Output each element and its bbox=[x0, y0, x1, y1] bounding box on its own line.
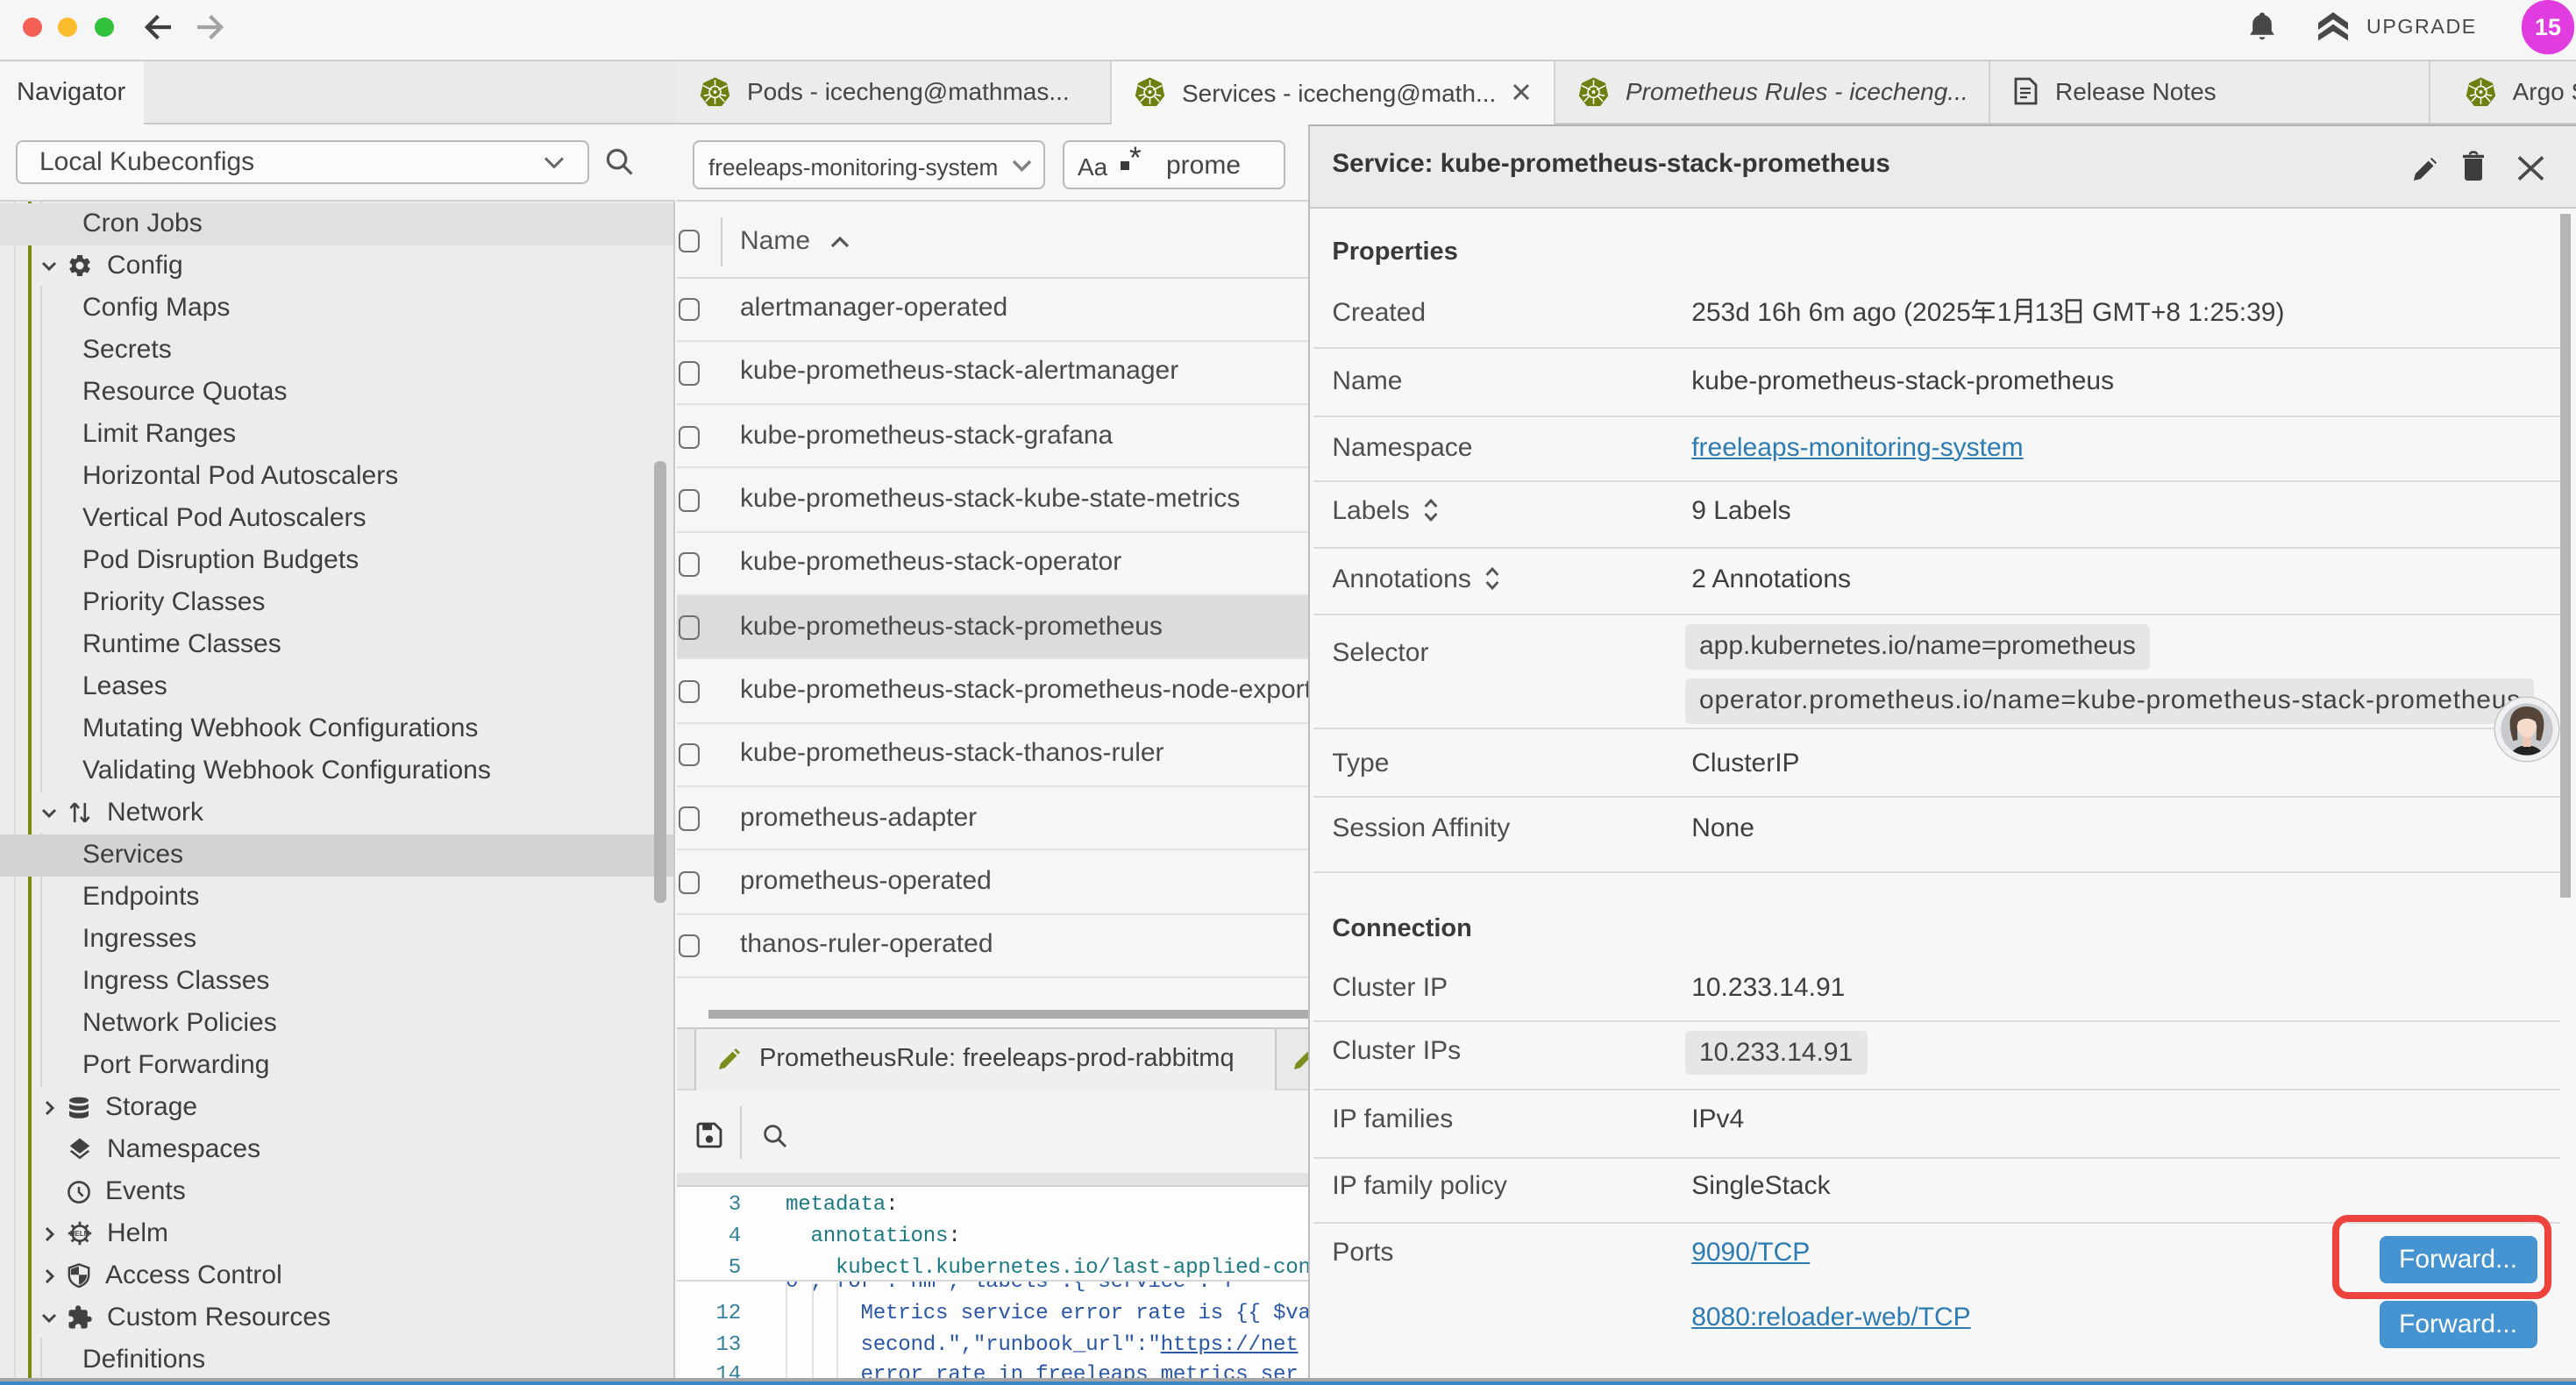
svg-text:HELM: HELM bbox=[70, 1230, 90, 1238]
